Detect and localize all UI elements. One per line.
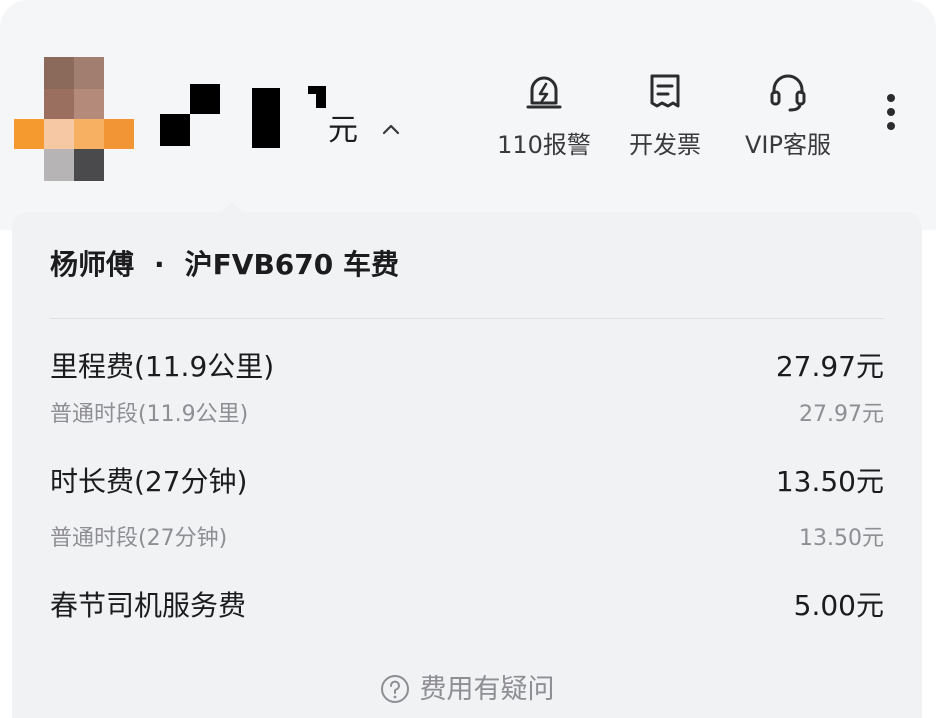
fee-question-link[interactable]: 费用有疑问 xyxy=(12,672,922,708)
alarm-110-label: 110报警 xyxy=(497,131,591,159)
fee-amount: 27.97元 xyxy=(775,350,884,383)
title-separator: · xyxy=(154,248,165,281)
plate-fee-label: 沪FVB670 车费 xyxy=(184,248,399,281)
fee-amount: 13.50元 xyxy=(799,526,884,551)
alarm-110-button[interactable]: 110报警 xyxy=(489,66,599,166)
card-title: 杨师傅 · 沪FVB670 车费 xyxy=(50,246,399,284)
vip-service-label: VIP客服 xyxy=(745,131,831,159)
alarm-icon xyxy=(526,76,562,109)
invoice-button[interactable]: 开发票 xyxy=(610,66,720,166)
fee-name: 时长费(27分钟) xyxy=(50,465,248,498)
headset-icon xyxy=(770,74,806,112)
vip-service-button[interactable]: VIP客服 xyxy=(733,66,843,166)
fee-amount: 13.50元 xyxy=(775,465,884,498)
fee-amount: 5.00元 xyxy=(793,589,884,622)
driver-avatar xyxy=(14,57,134,183)
fee-amount: 27.97元 xyxy=(799,402,884,427)
divider xyxy=(50,318,884,319)
invoice-label: 开发票 xyxy=(629,131,701,159)
fee-question-label: 费用有疑问 xyxy=(419,674,555,705)
chevron-up-icon[interactable] xyxy=(378,116,404,142)
fare-detail-page: 元 110报警 开发票 VIP客服 杨师傅 · 沪FVB670 车费 里程费(1… xyxy=(0,0,936,718)
fare-unit: 元 xyxy=(328,113,358,148)
fee-name: 春节司机服务费 xyxy=(50,589,247,622)
question-circle-icon xyxy=(380,674,409,703)
fee-name: 里程费(11.9公里) xyxy=(50,350,275,383)
driver-name: 杨师傅 xyxy=(50,248,135,281)
fare-breakdown-card: 杨师傅 · 沪FVB670 车费 里程费(11.9公里) 27.97元 普通时段(1… xyxy=(12,212,922,718)
invoice-icon xyxy=(650,74,680,108)
more-vertical-icon[interactable] xyxy=(878,90,904,140)
trip-header: 元 110报警 开发票 VIP客服 xyxy=(0,0,936,230)
fee-name: 普通时段(11.9公里) xyxy=(50,402,249,427)
fee-name: 普通时段(27分钟) xyxy=(50,526,228,551)
